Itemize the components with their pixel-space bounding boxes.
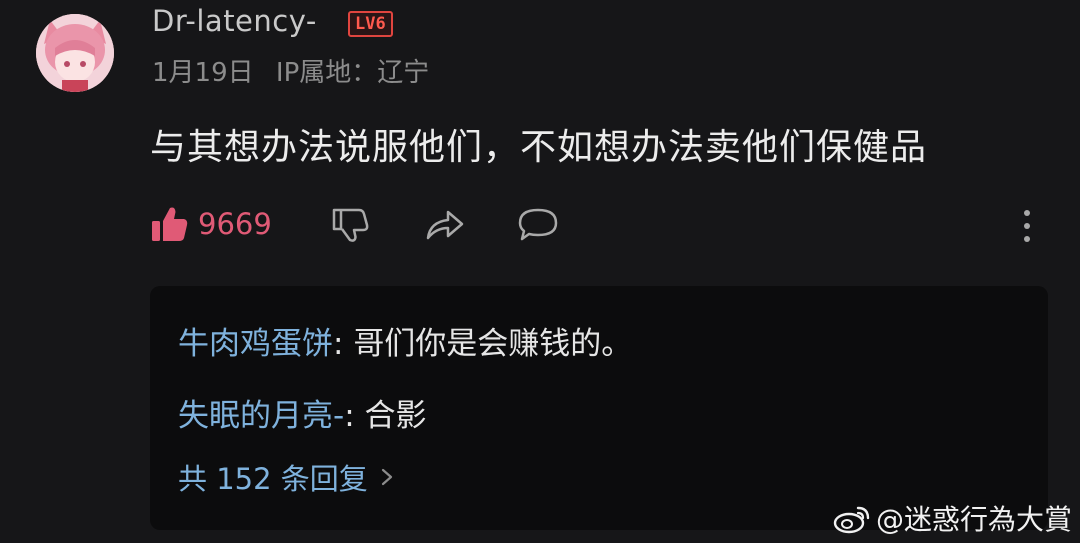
comment-username[interactable]: Dr-latency- bbox=[152, 4, 317, 38]
avatar-image bbox=[36, 14, 114, 92]
like-count: 9669 bbox=[198, 207, 272, 241]
watermark-text: @迷惑行為大賞 bbox=[876, 503, 1073, 536]
reply-username[interactable]: 牛肉鸡蛋饼 bbox=[178, 326, 333, 362]
reply-text: 哥们你是会赚钱的。 bbox=[353, 326, 633, 362]
ip-location: IP属地：辽宁 bbox=[275, 58, 430, 88]
reply-text: 合影 bbox=[364, 398, 427, 434]
reply-item[interactable]: 牛肉鸡蛋饼: 哥们你是会赚钱的。 bbox=[178, 318, 632, 363]
comment-meta: 1月19日 IP属地：辽宁 bbox=[152, 52, 443, 89]
like-button[interactable]: 9669 bbox=[150, 204, 272, 244]
reply-item[interactable]: 失眠的月亮-: 合影 bbox=[178, 390, 427, 435]
reply-separator: : bbox=[344, 398, 365, 434]
comment-icon[interactable] bbox=[516, 204, 560, 244]
level-badge: LV6 bbox=[348, 11, 393, 37]
reply-username[interactable]: 失眠的月亮- bbox=[178, 398, 344, 434]
watermark: @迷惑行為大賞 bbox=[832, 498, 1072, 538]
comment-text: 与其想办法说服他们，不如想办法卖他们保健品 bbox=[150, 127, 928, 168]
comment-actions: 9669 bbox=[150, 200, 1040, 252]
thumbs-down-icon[interactable] bbox=[330, 204, 370, 244]
share-icon[interactable] bbox=[424, 204, 466, 244]
weibo-logo-icon bbox=[833, 506, 870, 534]
reply-separator: : bbox=[333, 326, 354, 362]
reply-count-label: 共 152 条回复 bbox=[178, 462, 368, 496]
reply-preview[interactable]: 牛肉鸡蛋饼: 哥们你是会赚钱的。 失眠的月亮-: 合影 共 152 条回复 bbox=[150, 286, 1048, 530]
thumbs-up-icon bbox=[152, 207, 188, 241]
more-vertical-icon[interactable] bbox=[1020, 208, 1034, 244]
chevron-right-icon bbox=[381, 468, 392, 486]
comment-date: 1月19日 bbox=[152, 58, 254, 88]
view-all-replies-link[interactable]: 共 152 条回复 bbox=[178, 456, 398, 498]
avatar[interactable] bbox=[36, 14, 114, 92]
